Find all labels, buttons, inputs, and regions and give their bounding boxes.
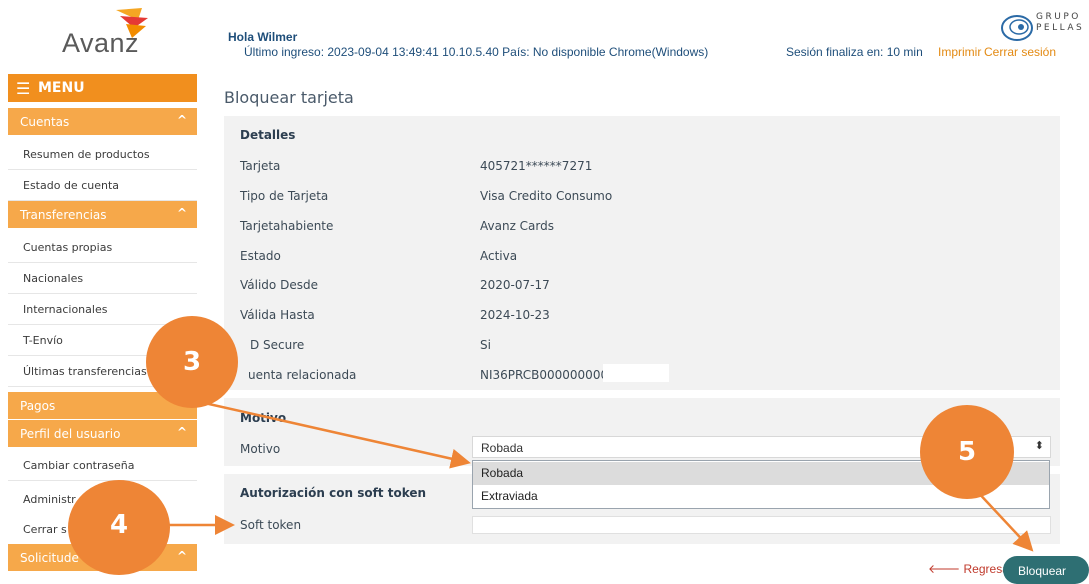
detail-label: Válido Desde (240, 278, 318, 292)
arrow-left-icon: 🡐 (928, 562, 964, 576)
sidebar-item-label: Últimas transferencias (23, 365, 147, 378)
option-label: Robada (481, 466, 524, 480)
logout-link[interactable]: Cerrar sesión (984, 45, 1056, 59)
motivo-title: Motivo (240, 411, 287, 425)
chevron-up-icon: ^ (176, 113, 187, 127)
sidebar-item-label: T-Envío (23, 334, 63, 347)
sidebar-item-label: Resumen de productos (23, 148, 150, 161)
details-panel: Detalles (224, 116, 1060, 390)
menu-header[interactable]: ☰ MENU (8, 74, 197, 102)
sidebar-item-internacionales[interactable]: Internacionales (8, 294, 197, 325)
detail-label: Estado (240, 249, 281, 263)
select-arrows-icon: ⬍ (1034, 440, 1044, 452)
sidebar-section-cuentas[interactable]: Cuentas ^ (8, 108, 197, 135)
detail-label: Válida Hasta (240, 308, 315, 322)
section-label: Solicitude (20, 551, 79, 565)
motivo-selected-value: Robada (481, 441, 524, 455)
section-label: Transferencias (20, 208, 107, 222)
detail-label: Tipo de Tarjeta (240, 189, 329, 203)
option-label: Extraviada (481, 489, 538, 503)
soft-token-input[interactable] (472, 516, 1051, 534)
sidebar-section-transferencias[interactable]: Transferencias ^ (8, 201, 197, 228)
sidebar-item-label: Estado de cuenta (23, 179, 120, 192)
sidebar-section-perfil[interactable]: Perfil del usuario ^ (8, 420, 197, 447)
section-label: Cuentas (20, 115, 70, 129)
detail-value: Avanz Cards (480, 219, 555, 233)
session-timer: Sesión finaliza en: 10 min (786, 45, 923, 59)
motivo-label: Motivo (240, 442, 281, 456)
token-title: Autorización con soft token (240, 486, 427, 500)
sidebar-item-label: Nacionales (23, 272, 84, 285)
callout-5: 5 (920, 405, 1014, 499)
sidebar-item-nacionales[interactable]: Nacionales (8, 263, 197, 294)
callout-4: 4 (68, 480, 170, 575)
detail-value: 405721******7271 (480, 159, 593, 173)
grupo-pellas-logo: GRUPO PELLAS (1000, 10, 1088, 46)
detail-label: D Secure (250, 338, 305, 352)
menu-label: MENU (38, 80, 85, 96)
sidebar-item-label: Cuentas propias (23, 241, 113, 254)
chevron-up-icon: ^ (176, 206, 187, 220)
detail-label: uenta relacionada (248, 368, 357, 382)
chevron-up-icon: ^ (176, 549, 187, 563)
redacted-field (603, 364, 669, 382)
sidebar-item-cuentas-propias[interactable]: Cuentas propias (8, 232, 197, 263)
callout-3: 3 (146, 316, 238, 408)
sidebar-item-estado-cuenta[interactable]: Estado de cuenta (8, 170, 197, 201)
details-title: Detalles (240, 128, 296, 142)
block-card-button[interactable]: Bloquear (1003, 556, 1089, 584)
avanz-logo: Avanz (0, 0, 200, 68)
token-label: Soft token (240, 518, 302, 532)
sidebar-item-label: Cambiar contraseña (23, 459, 135, 472)
detail-value: 2024-10-23 (480, 308, 550, 322)
chevron-up-icon: ^ (176, 425, 187, 439)
page-title: Bloquear tarjeta (224, 88, 354, 107)
back-button[interactable]: 🡐 Regresar (928, 561, 1013, 576)
sidebar-item-label: Administr (23, 493, 76, 506)
block-button-label: Bloquear (1018, 564, 1067, 578)
detail-label: Tarjetahabiente (240, 219, 334, 233)
sidebar-item-resumen-productos[interactable]: Resumen de productos (8, 139, 197, 170)
logo-bird-icon (116, 8, 148, 38)
section-label: Pagos (20, 399, 56, 413)
hamburger-icon[interactable]: ☰ (16, 79, 30, 98)
detail-label: Tarjeta (240, 159, 281, 173)
last-login-info: Último ingreso: 2023-09-04 13:49:41 10.1… (244, 45, 709, 59)
greeting: Hola Wilmer (228, 30, 298, 44)
globe-icon (1001, 15, 1033, 41)
partner-logo-line1: GRUPO (1036, 12, 1081, 22)
detail-value: Si (480, 338, 491, 352)
print-link[interactable]: Imprimir (938, 45, 981, 59)
sidebar-item-label: Cerrar s (23, 523, 67, 536)
section-label: Perfil del usuario (20, 427, 121, 441)
sidebar-item-label: Internacionales (23, 303, 108, 316)
sidebar-item-cambiar-contrasena[interactable]: Cambiar contraseña (8, 450, 197, 481)
detail-value: NI36PRCB0000000000 (480, 368, 603, 382)
partner-logo-line2: PELLAS (1036, 23, 1085, 33)
detail-value: 2020-07-17 (480, 278, 550, 292)
detail-value: Activa (480, 249, 518, 263)
detail-value: Visa Credito Consumo (480, 189, 613, 203)
